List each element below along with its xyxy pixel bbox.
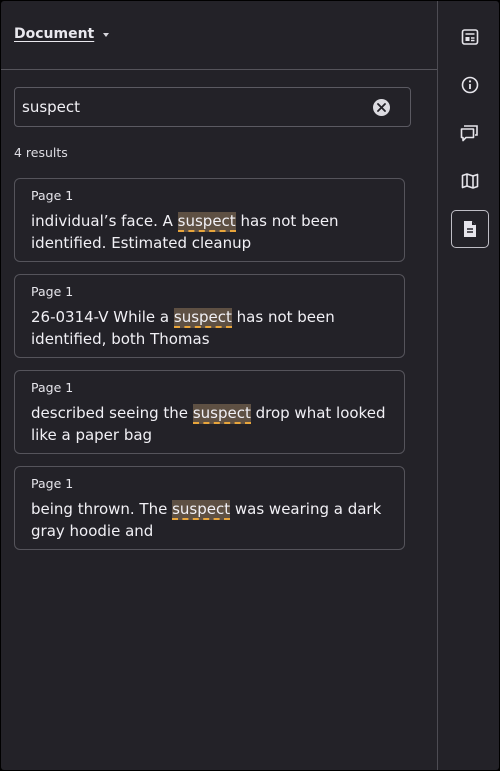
document-dropdown-label: Document <box>14 26 95 42</box>
search-input[interactable] <box>22 88 362 126</box>
result-snippet: described seeing the suspect drop what l… <box>31 402 391 446</box>
document-icon <box>464 221 476 237</box>
match-highlight: suspect <box>173 308 232 328</box>
match-highlight: suspect <box>192 404 251 424</box>
result-card[interactable]: Page 1 being thrown. The suspect was wea… <box>14 466 405 550</box>
document-button[interactable] <box>451 210 489 248</box>
result-page: Page 1 <box>31 188 74 203</box>
result-card[interactable]: Page 1 26-0314-V While a suspect has not… <box>14 274 405 358</box>
results-list: Page 1 individual’s face. A suspect has … <box>14 178 405 562</box>
info-button[interactable] <box>451 66 489 104</box>
result-card[interactable]: Page 1 described seeing the suspect drop… <box>14 370 405 454</box>
outline-icon <box>461 29 479 45</box>
document-dropdown[interactable]: Document <box>14 26 110 42</box>
result-card[interactable]: Page 1 individual’s face. A suspect has … <box>14 178 405 262</box>
snippet-before: 26-0314-V While a <box>31 308 174 326</box>
search-box <box>14 87 411 127</box>
info-icon <box>461 76 479 94</box>
snippet-before: being thrown. The <box>31 500 173 518</box>
map-icon <box>461 173 479 189</box>
results-count: 4 results <box>14 145 68 160</box>
comments-button[interactable] <box>451 114 489 152</box>
result-snippet: 26-0314-V While a suspect has not been i… <box>31 306 391 350</box>
clear-search-icon[interactable] <box>373 99 390 116</box>
snippet-before: individual’s face. A <box>31 212 178 230</box>
caret-down-icon <box>103 33 110 37</box>
search-panel: Document 4 results Page 1 individual’s f… <box>1 1 437 770</box>
side-rail <box>437 1 499 770</box>
map-button[interactable] <box>451 162 489 200</box>
result-page: Page 1 <box>31 380 74 395</box>
comments-icon <box>460 125 478 142</box>
outline-button[interactable] <box>451 18 489 56</box>
panel-header: Document <box>1 1 437 70</box>
result-snippet: being thrown. The suspect was wearing a … <box>31 498 391 542</box>
match-highlight: suspect <box>177 212 236 232</box>
match-highlight: suspect <box>172 500 231 520</box>
app-window: Document 4 results Page 1 individual’s f… <box>1 1 499 770</box>
result-page: Page 1 <box>31 284 74 299</box>
snippet-before: described seeing the <box>31 404 193 422</box>
result-snippet: individual’s face. A suspect has not bee… <box>31 210 391 254</box>
result-page: Page 1 <box>31 476 74 491</box>
